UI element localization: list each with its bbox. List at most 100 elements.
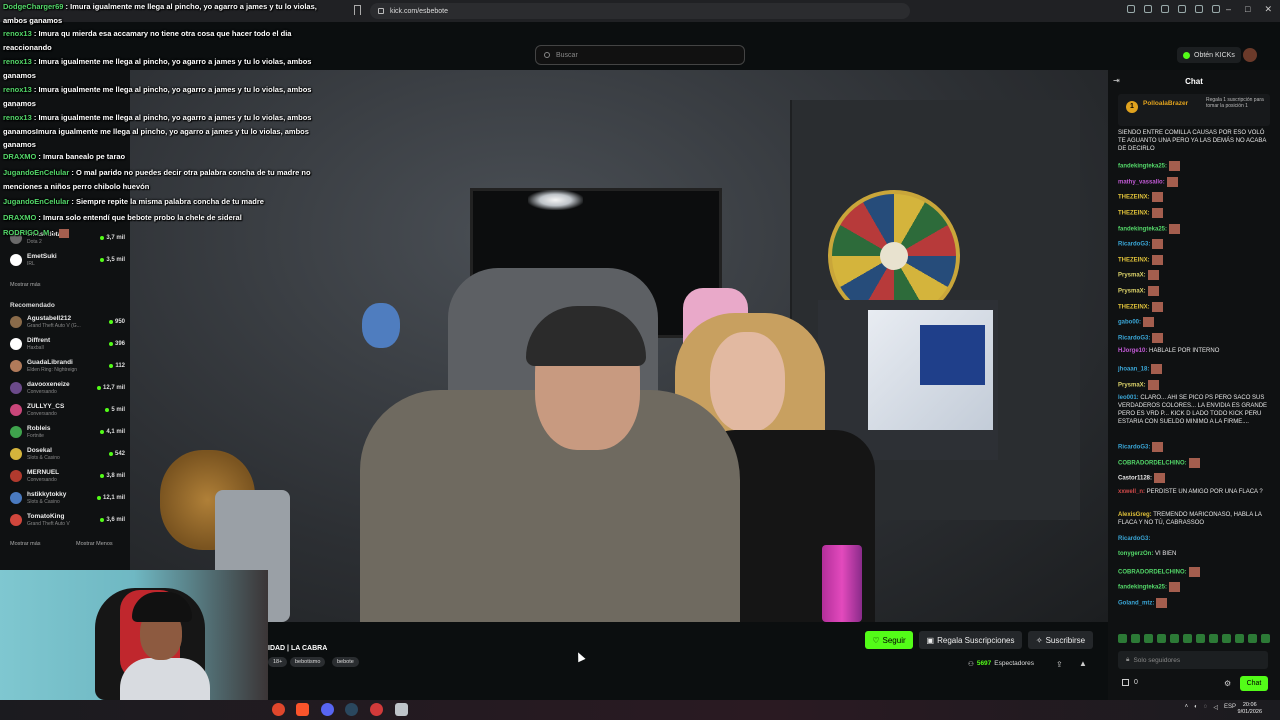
sidebar-channel[interactable]: EmetSuki IRL 3,5 mil <box>10 250 125 270</box>
app-icon[interactable] <box>370 703 383 716</box>
channel-name: Diffrent <box>27 337 51 344</box>
volume-icon[interactable]: ◁ <box>1213 704 1218 711</box>
chrome-icon[interactable] <box>272 703 285 716</box>
chat-username[interactable]: THEZEINX: <box>1118 211 1150 217</box>
chevron-up-icon[interactable]: ˄ <box>1185 704 1189 711</box>
kick-points[interactable]: 0 <box>1122 679 1138 686</box>
show-less-button[interactable]: Mostrar Menos <box>76 541 113 547</box>
sidebar-channel[interactable]: davooxeneize Conversando 12,7 mil <box>10 378 125 398</box>
network-icon[interactable]: ◌ <box>1204 704 1208 711</box>
get-kicks-button[interactable]: Obtén KICKs <box>1177 47 1241 63</box>
chat-username[interactable]: RicardoG3: <box>1118 335 1150 341</box>
sidebar-channel[interactable]: hstikkytokky Slots & Casino 12,1 mil <box>10 488 125 508</box>
chat-username[interactable]: jhoaan_18: <box>1118 367 1149 373</box>
chat-username[interactable]: mathy_vassallo: <box>1118 179 1165 185</box>
tag[interactable]: bebotismo <box>290 657 326 667</box>
sidebar-channel[interactable]: Agustabell212 Grand Theft Auto V (G... 950 <box>10 312 125 332</box>
emote-icon[interactable] <box>1248 634 1257 643</box>
sidebar-channel[interactable]: GuadaLibrandi Elden Ring: Nightreign 112 <box>10 356 125 376</box>
subscribe-button[interactable]: ✧ Suscribirse <box>1028 631 1093 649</box>
chat-username[interactable]: xxwell_n: <box>1118 489 1145 495</box>
chat-message: RicardoG3: <box>1118 536 1270 544</box>
steam-icon[interactable] <box>345 703 358 716</box>
close-icon[interactable]: ✕ <box>1264 4 1272 15</box>
channel-viewers: 3,8 mil <box>100 473 125 479</box>
chat-username[interactable]: PrysmaX: <box>1118 382 1146 388</box>
sidebar-channel[interactable]: Robleis Fortnite 4,1 mil <box>10 422 125 442</box>
chat-username[interactable]: RicardoG3: <box>1118 242 1150 248</box>
chat-username[interactable]: THEZEINX: <box>1118 195 1150 201</box>
emote-icon[interactable] <box>1118 634 1127 643</box>
chat-username[interactable]: PrysmaX: <box>1118 289 1146 295</box>
extension-icon[interactable] <box>1127 5 1135 13</box>
sidebar-channel[interactable]: Dosekal Slots & Casino 542 <box>10 444 125 464</box>
chat-input[interactable]: 🔒︎ Solo seguidores <box>1118 651 1268 669</box>
emote-icon[interactable] <box>1235 634 1244 643</box>
bookmark-icon[interactable] <box>354 5 361 15</box>
chat-username[interactable]: PrysmaX: <box>1118 273 1146 279</box>
channel-name: ZULLYY_CS <box>27 403 65 410</box>
gear-icon[interactable]: ⚙ <box>1224 679 1231 688</box>
extension-icon[interactable] <box>1212 5 1220 13</box>
follow-button[interactable]: ♡ Seguir <box>865 631 913 649</box>
extension-icon[interactable] <box>1178 5 1186 13</box>
emote-icon[interactable] <box>1131 634 1140 643</box>
share-icon[interactable]: ⇪ <box>1056 660 1063 669</box>
chat-input-placeholder: Solo seguidores <box>1133 656 1181 664</box>
search-input[interactable]: Buscar <box>535 45 745 65</box>
avatar[interactable] <box>1243 48 1257 62</box>
chat-username[interactable]: COBRADORDELCHINO: <box>1118 460 1187 466</box>
show-more-button[interactable]: Mostrar más <box>10 541 41 547</box>
chat-username[interactable]: AlexisGreg: <box>1118 512 1152 518</box>
chat-text: PERDISTE UN AMIGO POR UNA FLACA ? <box>1145 488 1263 495</box>
emote-icon[interactable] <box>1261 634 1270 643</box>
maximize-icon[interactable]: □ <box>1245 4 1250 15</box>
discord-icon[interactable] <box>321 703 334 716</box>
chat-username[interactable]: fandekingteka25: <box>1118 164 1167 170</box>
sidebar-channel[interactable]: Diffrent Haxball 396 <box>10 334 125 354</box>
chat-username[interactable]: THEZEINX: <box>1118 257 1150 263</box>
extension-icon[interactable] <box>1161 5 1169 13</box>
extension-icon[interactable] <box>1144 5 1152 13</box>
chat-username[interactable]: RicardoG3: <box>1118 445 1150 451</box>
emote-icon[interactable] <box>1209 634 1218 643</box>
channel-info: ZULLYY_CS Conversando <box>27 403 64 417</box>
chat-username[interactable]: fandekingteka25: <box>1118 585 1167 591</box>
chat-username[interactable]: fandekingteka25: <box>1118 226 1167 232</box>
address-bar[interactable]: kick.com/esbebote <box>370 3 910 19</box>
chat-username[interactable]: tonygerzOn: <box>1118 551 1153 557</box>
minimize-icon[interactable]: – <box>1226 4 1231 15</box>
sidebar-channel[interactable]: MERNUEL Conversando 3,8 mil <box>10 466 125 486</box>
chat-username[interactable]: THEZEINX: <box>1118 304 1150 310</box>
tag[interactable]: 18+ <box>268 657 288 667</box>
chat-username[interactable]: Castor1128: <box>1118 476 1152 482</box>
chat-username[interactable]: HJorge10: <box>1118 348 1147 354</box>
emote-icon[interactable] <box>1144 634 1153 643</box>
emote-icon[interactable] <box>1170 634 1179 643</box>
chat-username[interactable]: gabo00: <box>1118 320 1141 326</box>
brave-icon[interactable] <box>296 703 309 716</box>
channel-info: GuadaLibrandi Elden Ring: Nightreign <box>27 359 77 373</box>
mic-icon[interactable]: ◐ <box>1194 704 1198 711</box>
clock[interactable]: 20:06 9/01/2026 <box>1238 702 1262 716</box>
tag[interactable]: bebote <box>332 657 359 667</box>
send-chat-button[interactable]: Chat <box>1240 676 1268 691</box>
gift-subs-button[interactable]: ▣ Regala Suscripciones <box>919 631 1022 649</box>
emote-icon[interactable] <box>1196 634 1205 643</box>
language-indicator[interactable]: ESP <box>1224 704 1236 711</box>
chat-username[interactable]: leo001: <box>1118 395 1139 401</box>
site-info-icon[interactable] <box>378 8 384 14</box>
emote-icon[interactable] <box>1183 634 1192 643</box>
chat-username[interactable]: RicardoG3: <box>1118 536 1150 542</box>
sidebar-channel[interactable]: TomatoKing Grand Theft Auto V 3,6 mil <box>10 510 125 530</box>
report-icon[interactable]: ▲ <box>1079 659 1087 668</box>
shield-icon[interactable] <box>395 703 408 716</box>
sidebar-channel[interactable]: ZULLYY_CS Conversando 5 mil <box>10 400 125 420</box>
chat-username[interactable]: Goland_mtz: <box>1118 601 1154 607</box>
chat-username[interactable]: COBRADORDELCHINO: <box>1118 569 1187 575</box>
chat-message: PrysmaX: <box>1118 286 1270 296</box>
show-more-button[interactable]: Mostrar más <box>10 282 41 288</box>
emote-icon[interactable] <box>1222 634 1231 643</box>
extension-icon[interactable] <box>1195 5 1203 13</box>
emote-icon[interactable] <box>1157 634 1166 643</box>
